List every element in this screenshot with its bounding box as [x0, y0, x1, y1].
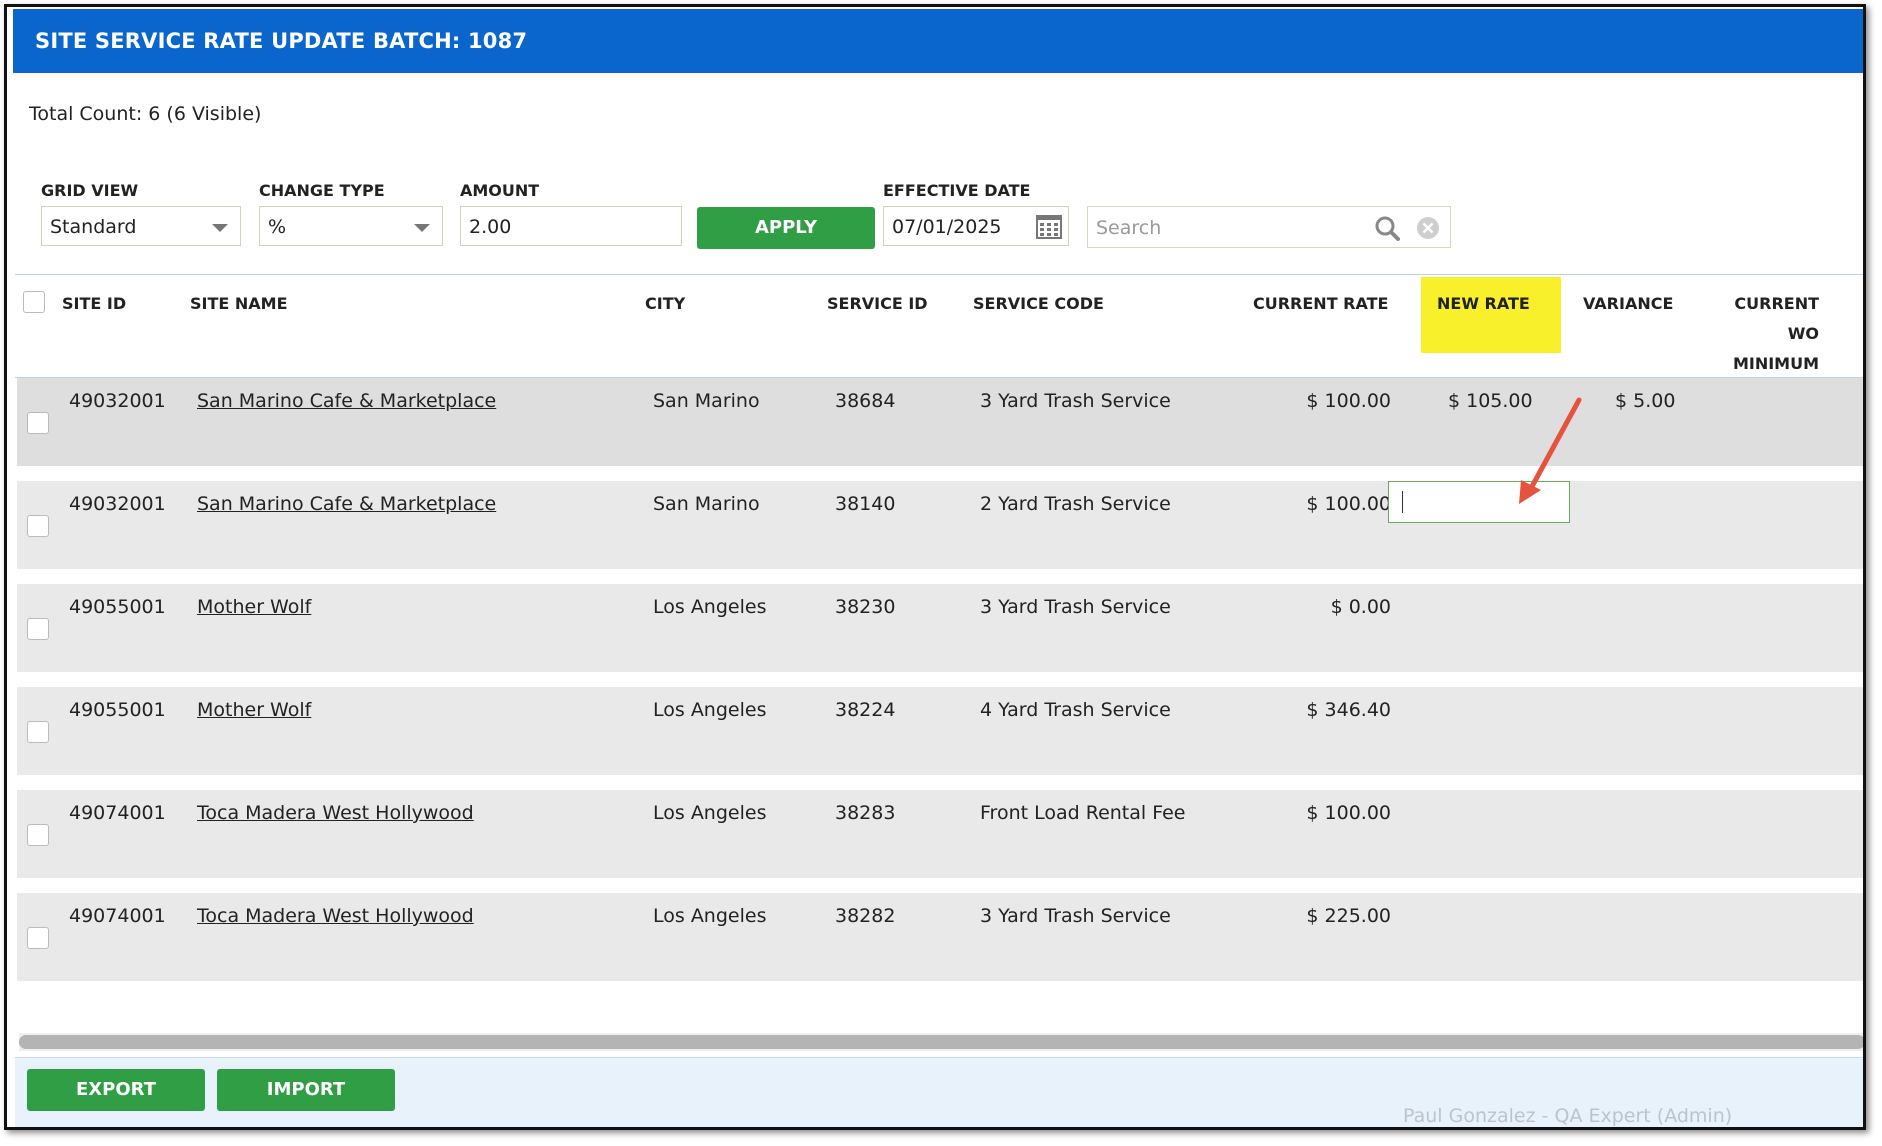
col-site-name[interactable]: SITE NAME	[190, 289, 288, 319]
import-button[interactable]: IMPORT	[217, 1069, 395, 1111]
cell-site-name[interactable]: Toca Madera West Hollywood	[197, 905, 474, 927]
title-bar: SITE SERVICE RATE UPDATE BATCH: 1087	[13, 9, 1863, 73]
window-title: SITE SERVICE RATE UPDATE BATCH: 1087	[35, 29, 528, 53]
col-city[interactable]: CITY	[645, 289, 685, 319]
cell-current-rate: $ 346.40	[1306, 699, 1391, 721]
dialog-window: SITE SERVICE RATE UPDATE BATCH: 1087 Tot…	[4, 4, 1866, 1130]
cell-service-code: 4 Yard Trash Service	[980, 699, 1171, 721]
row-checkbox[interactable]	[27, 618, 49, 640]
cell-current-rate: $ 225.00	[1306, 905, 1391, 927]
background-user-text: Paul Gonzalez - QA Expert (Admin)	[1403, 1105, 1733, 1127]
cell-site-name[interactable]: Mother Wolf	[197, 699, 311, 721]
search-field[interactable]: Search	[1087, 206, 1451, 248]
amount-value: 2.00	[469, 216, 512, 238]
cell-current-rate: $ 100.00	[1306, 802, 1391, 824]
cell-site-name[interactable]: Mother Wolf	[197, 596, 311, 618]
col-variance[interactable]: VARIANCE	[1583, 289, 1673, 319]
cell-service-id: 38230	[835, 596, 896, 618]
table-row[interactable]: 49055001 Mother Wolf Los Angeles 38230 3 Yar…	[17, 584, 1863, 672]
col-service-code[interactable]: SERVICE CODE	[973, 289, 1104, 319]
cell-site-id: 49055001	[69, 699, 166, 721]
cell-city: Los Angeles	[653, 596, 767, 618]
cell-site-id: 49055001	[69, 596, 166, 618]
total-count: Total Count: 6 (6 Visible)	[29, 103, 262, 125]
cell-city: San Marino	[653, 493, 760, 515]
row-checkbox[interactable]	[27, 927, 49, 949]
export-button[interactable]: EXPORT	[27, 1069, 205, 1111]
cell-service-id: 38684	[835, 390, 896, 412]
col-site-id[interactable]: SITE ID	[62, 289, 126, 319]
row-checkbox[interactable]	[27, 721, 49, 743]
col-current-rate[interactable]: CURRENT RATE	[1253, 289, 1388, 319]
search-placeholder: Search	[1096, 217, 1162, 239]
table-row[interactable]: 49074001 Toca Madera West Hollywood Los An…	[17, 893, 1863, 981]
row-checkbox[interactable]	[27, 515, 49, 537]
cell-city: Los Angeles	[653, 802, 767, 824]
change-type-select[interactable]: %	[259, 206, 443, 246]
cell-site-name[interactable]: San Marino Cafe & Marketplace	[197, 390, 496, 412]
col-new-rate[interactable]: NEW RATE	[1437, 289, 1530, 319]
text-cursor	[1402, 491, 1403, 513]
col-current-wo-minimum[interactable]: CURRENT WO MINIMUM	[1699, 289, 1819, 379]
cell-site-id: 49032001	[69, 493, 166, 515]
effective-date-value: 07/01/2025	[892, 216, 1002, 238]
table-row[interactable]: 49055001 Mother Wolf Los Angeles 38224 4 Yar…	[17, 687, 1863, 775]
grid-view-select[interactable]: Standard	[41, 206, 241, 246]
horizontal-scrollbar[interactable]	[19, 1035, 1863, 1049]
cell-current-rate: $ 100.00	[1306, 390, 1391, 412]
grid-top-border	[15, 274, 1863, 275]
row-checkbox[interactable]	[27, 412, 49, 434]
cell-service-code: 2 Yard Trash Service	[980, 493, 1171, 515]
cell-site-name[interactable]: Toca Madera West Hollywood	[197, 802, 474, 824]
change-type-value: %	[268, 216, 287, 238]
cell-service-code: 3 Yard Trash Service	[980, 596, 1171, 618]
col-service-id[interactable]: SERVICE ID	[827, 289, 928, 319]
cell-service-id: 38224	[835, 699, 896, 721]
select-all-checkbox[interactable]	[23, 291, 45, 313]
clear-icon[interactable]	[1416, 216, 1440, 240]
cell-site-id: 49074001	[69, 802, 166, 824]
cell-site-name[interactable]: San Marino Cafe & Marketplace	[197, 493, 496, 515]
change-type-label: CHANGE TYPE	[259, 181, 385, 200]
cell-variance: $ 5.00	[1615, 390, 1676, 412]
grid-view-label: GRID VIEW	[41, 181, 139, 200]
cell-city: Los Angeles	[653, 905, 767, 927]
cell-site-id: 49074001	[69, 905, 166, 927]
cell-service-code: 3 Yard Trash Service	[980, 390, 1171, 412]
cell-site-id: 49032001	[69, 390, 166, 412]
search-icon[interactable]	[1374, 215, 1400, 241]
amount-label: AMOUNT	[460, 181, 540, 200]
chevron-down-icon	[212, 224, 228, 232]
effective-date-label: EFFECTIVE DATE	[883, 181, 1031, 200]
cell-current-rate: $ 100.00	[1306, 493, 1391, 515]
cell-service-id: 38283	[835, 802, 896, 824]
apply-button[interactable]: APPLY	[697, 207, 875, 249]
cell-current-rate: $ 0.00	[1330, 596, 1391, 618]
effective-date-input[interactable]: 07/01/2025	[883, 206, 1069, 246]
col-current-wo-line2: MINIMUM	[1732, 354, 1819, 373]
amount-input[interactable]: 2.00	[460, 206, 682, 246]
annotation-arrow-icon	[1519, 397, 1582, 504]
grid-view-value: Standard	[50, 216, 137, 238]
chevron-down-icon	[414, 224, 430, 232]
cell-service-code: 3 Yard Trash Service	[980, 905, 1171, 927]
table-row[interactable]: 49074001 Toca Madera West Hollywood Los An…	[17, 790, 1863, 878]
cell-service-id: 38140	[835, 493, 896, 515]
col-current-wo-line1: CURRENT WO	[1734, 294, 1819, 343]
row-checkbox[interactable]	[27, 824, 49, 846]
cell-city: Los Angeles	[653, 699, 767, 721]
cell-service-id: 38282	[835, 905, 896, 927]
cell-service-code: Front Load Rental Fee	[980, 802, 1186, 824]
cell-city: San Marino	[653, 390, 760, 412]
calendar-icon[interactable]	[1036, 214, 1062, 240]
